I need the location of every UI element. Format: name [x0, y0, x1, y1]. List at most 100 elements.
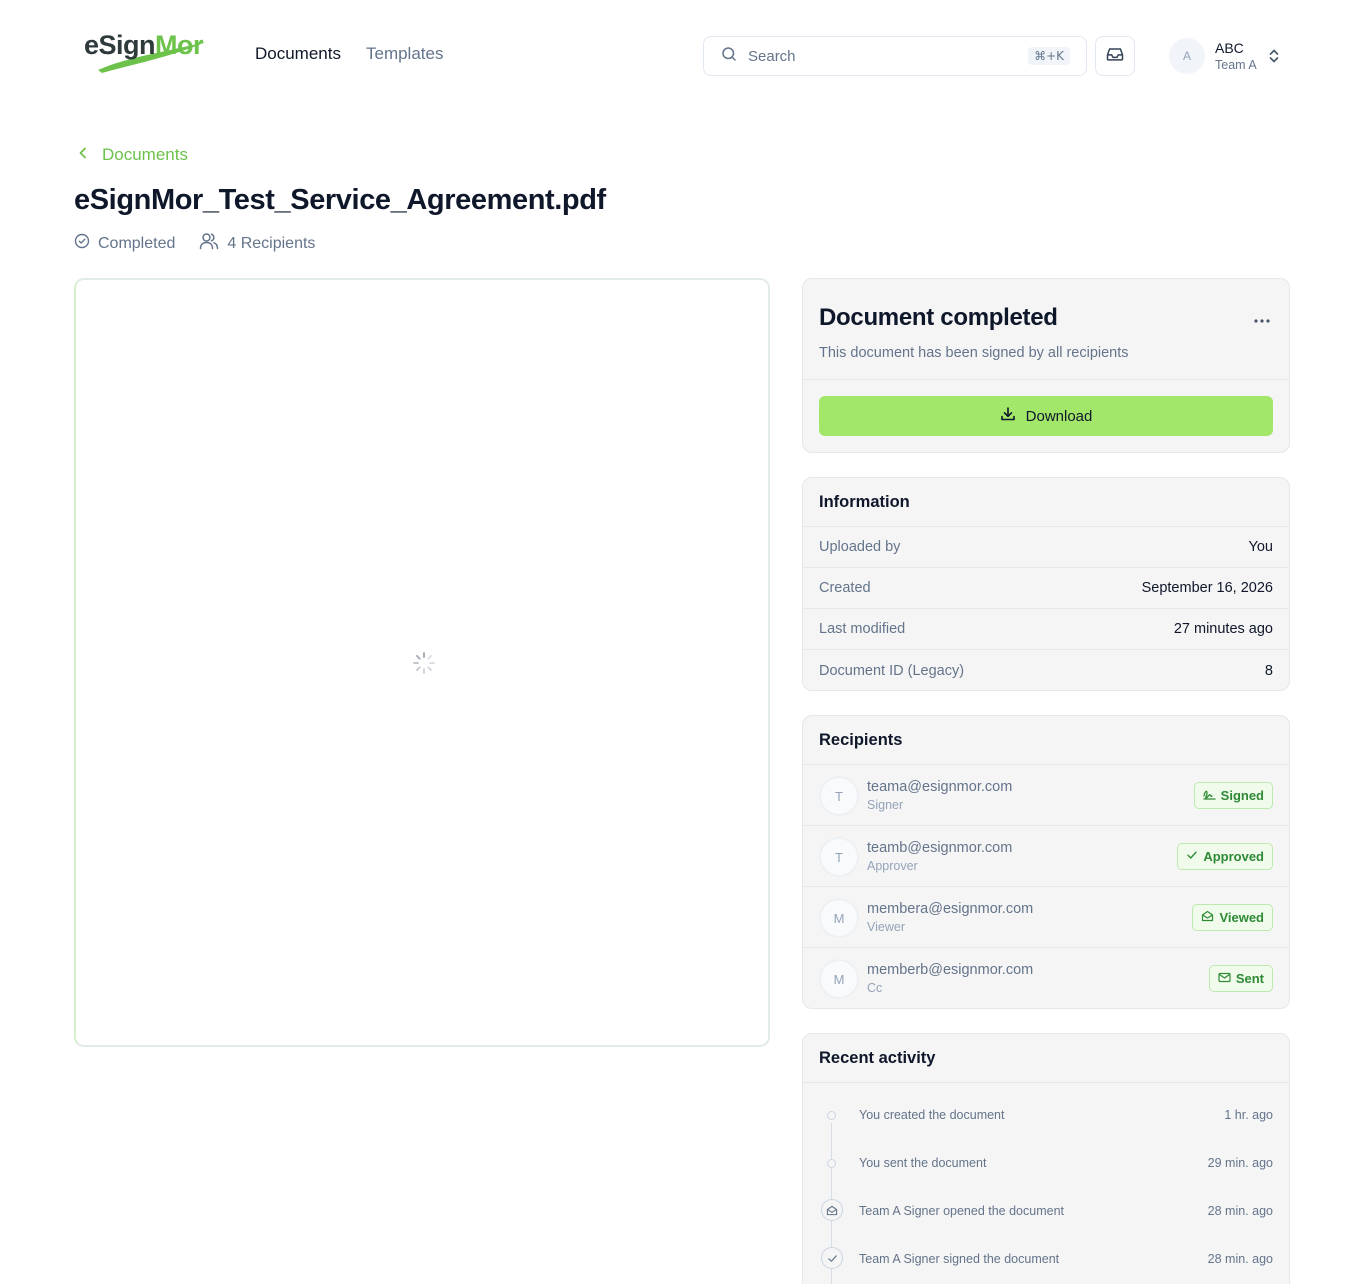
- recipient-avatar: M: [819, 898, 859, 938]
- mail-icon: [1218, 971, 1231, 986]
- info-label: Document ID (Legacy): [819, 662, 965, 679]
- recipient-email: memberb@esignmor.com: [867, 962, 1034, 978]
- loading-spinner-icon: [412, 651, 436, 680]
- status-badge: Signed: [1193, 782, 1273, 809]
- mail-open-icon: [821, 1199, 843, 1221]
- recipient-row: M memberb@esignmor.com Cc Sent: [803, 948, 1289, 1008]
- activity-list: You created the document 1 hr. ago You s…: [803, 1083, 1289, 1284]
- recipient-avatar: T: [819, 776, 859, 816]
- status-badge: Sent: [1208, 965, 1273, 992]
- users-icon: [199, 232, 219, 255]
- inbox-icon: [1105, 44, 1125, 69]
- recipient-avatar: T: [819, 837, 859, 877]
- breadcrumb[interactable]: Documents: [76, 145, 188, 165]
- user-name: ABC: [1215, 40, 1244, 56]
- recipients-count: 4 Recipients: [199, 232, 315, 255]
- info-value: 27 minutes ago: [1173, 621, 1273, 637]
- more-options-icon[interactable]: [1253, 311, 1271, 329]
- info-value: 8: [1264, 662, 1273, 679]
- info-label: Uploaded by: [819, 539, 901, 555]
- recent-activity-heading: Recent activity: [803, 1034, 1289, 1083]
- chevron-left-icon: [76, 145, 90, 165]
- recipient-role: Approver: [867, 859, 918, 873]
- breadcrumb-label: Documents: [102, 145, 188, 164]
- activity-text: Team A Signer opened the document: [859, 1204, 1065, 1218]
- recipient-role: Signer: [867, 798, 904, 812]
- activity-text: Team A Signer signed the document: [859, 1252, 1060, 1266]
- search-shortcut: ⌘+K: [1028, 47, 1070, 65]
- logo-text-part2: Mor: [155, 30, 204, 60]
- logo-text-part1: eSign: [84, 30, 156, 60]
- status-badge-label: Viewed: [1219, 910, 1264, 925]
- nav-documents[interactable]: Documents: [255, 44, 341, 64]
- recipient-row: T teamb@esignmor.com Approver Approved: [803, 826, 1289, 887]
- top-header: eSignMor Documents Templates Search ⌘+K …: [0, 0, 1348, 112]
- download-label: Download: [1025, 407, 1093, 425]
- search-input[interactable]: Search ⌘+K: [703, 36, 1087, 76]
- activity-item: You created the document 1 hr. ago: [803, 1087, 1289, 1135]
- search-icon: [720, 45, 738, 68]
- status-badge: Approved: [1177, 843, 1273, 870]
- status-badge-label: Signed: [1220, 788, 1264, 803]
- activity-time: 28 min. ago: [1207, 1204, 1273, 1218]
- check-icon: [1186, 849, 1198, 864]
- check-icon: [821, 1247, 843, 1269]
- inbox-button[interactable]: [1095, 36, 1135, 76]
- information-heading: Information: [803, 478, 1289, 527]
- recipients-heading: Recipients: [803, 716, 1289, 765]
- activity-time: 28 min. ago: [1207, 1252, 1273, 1266]
- signature-icon: [1203, 788, 1216, 803]
- completed-title: Document completed: [819, 304, 1058, 331]
- info-label: Created: [819, 580, 871, 596]
- recipients-count-text: 4 Recipients: [227, 234, 316, 252]
- recipient-row: T teama@esignmor.com Signer Signed: [803, 765, 1289, 826]
- download-button[interactable]: Download: [819, 396, 1273, 436]
- completed-description: This document has been signed by all rec…: [819, 345, 1129, 361]
- recipient-avatar: M: [819, 959, 859, 999]
- recipient-email: membera@esignmor.com: [867, 901, 1034, 917]
- nav-templates[interactable]: Templates: [366, 44, 443, 64]
- download-icon: [1000, 406, 1016, 426]
- recipient-email: teamb@esignmor.com: [867, 840, 1013, 856]
- avatar: A: [1169, 38, 1205, 74]
- status-text: Completed: [98, 234, 176, 252]
- search-placeholder: Search: [748, 47, 796, 65]
- activity-time: 29 min. ago: [1207, 1156, 1273, 1170]
- user-menu[interactable]: A ABC Team A: [1169, 38, 1284, 74]
- timeline-dot-icon: [825, 1157, 837, 1169]
- recent-activity-card: Recent activity You created the document…: [802, 1033, 1290, 1284]
- check-circle-icon: [74, 233, 90, 254]
- chevrons-up-down-icon: [1267, 48, 1281, 69]
- user-team: Team A: [1215, 58, 1257, 72]
- status-indicator: Completed: [74, 233, 175, 254]
- activity-item: You sent the document 29 min. ago: [803, 1135, 1289, 1183]
- recipients-card: Recipients T teama@esignmor.com Signer S…: [802, 715, 1290, 1009]
- activity-text: You sent the document: [859, 1156, 987, 1170]
- info-row-uploaded-by: Uploaded by You: [803, 527, 1289, 568]
- divider: [803, 379, 1289, 380]
- status-badge-label: Approved: [1203, 849, 1264, 864]
- info-row-document-id: Document ID (Legacy) 8: [803, 650, 1289, 690]
- recipient-role: Viewer: [867, 920, 905, 934]
- timeline-dot-icon: [825, 1109, 837, 1121]
- document-viewer[interactable]: [74, 278, 770, 1047]
- info-value: September 16, 2026: [1141, 580, 1273, 596]
- info-row-created: Created September 16, 2026: [803, 568, 1289, 609]
- document-meta: Completed 4 Recipients: [74, 232, 315, 255]
- recipient-role: Cc: [867, 981, 883, 995]
- document-completed-card: Document completed This document has bee…: [802, 278, 1290, 453]
- page-title: eSignMor_Test_Service_Agreement.pdf: [74, 184, 606, 216]
- recipient-email: teama@esignmor.com: [867, 779, 1013, 795]
- activity-item: Team A Signer signed the document 28 min…: [803, 1231, 1289, 1279]
- info-row-last-modified: Last modified 27 minutes ago: [803, 609, 1289, 650]
- info-label: Last modified: [819, 621, 906, 637]
- info-value: You: [1248, 539, 1273, 555]
- status-badge-label: Sent: [1235, 971, 1264, 986]
- activity-time: 1 hr. ago: [1224, 1108, 1273, 1122]
- logo[interactable]: eSignMor: [84, 28, 208, 74]
- mail-open-icon: [1201, 910, 1214, 925]
- information-card: Information Uploaded by You Created Sept…: [802, 477, 1290, 691]
- activity-item: Team A Signer opened the document 28 min…: [803, 1183, 1289, 1231]
- recipient-row: M membera@esignmor.com Viewer Viewed: [803, 887, 1289, 948]
- main-nav: Documents Templates: [255, 44, 443, 64]
